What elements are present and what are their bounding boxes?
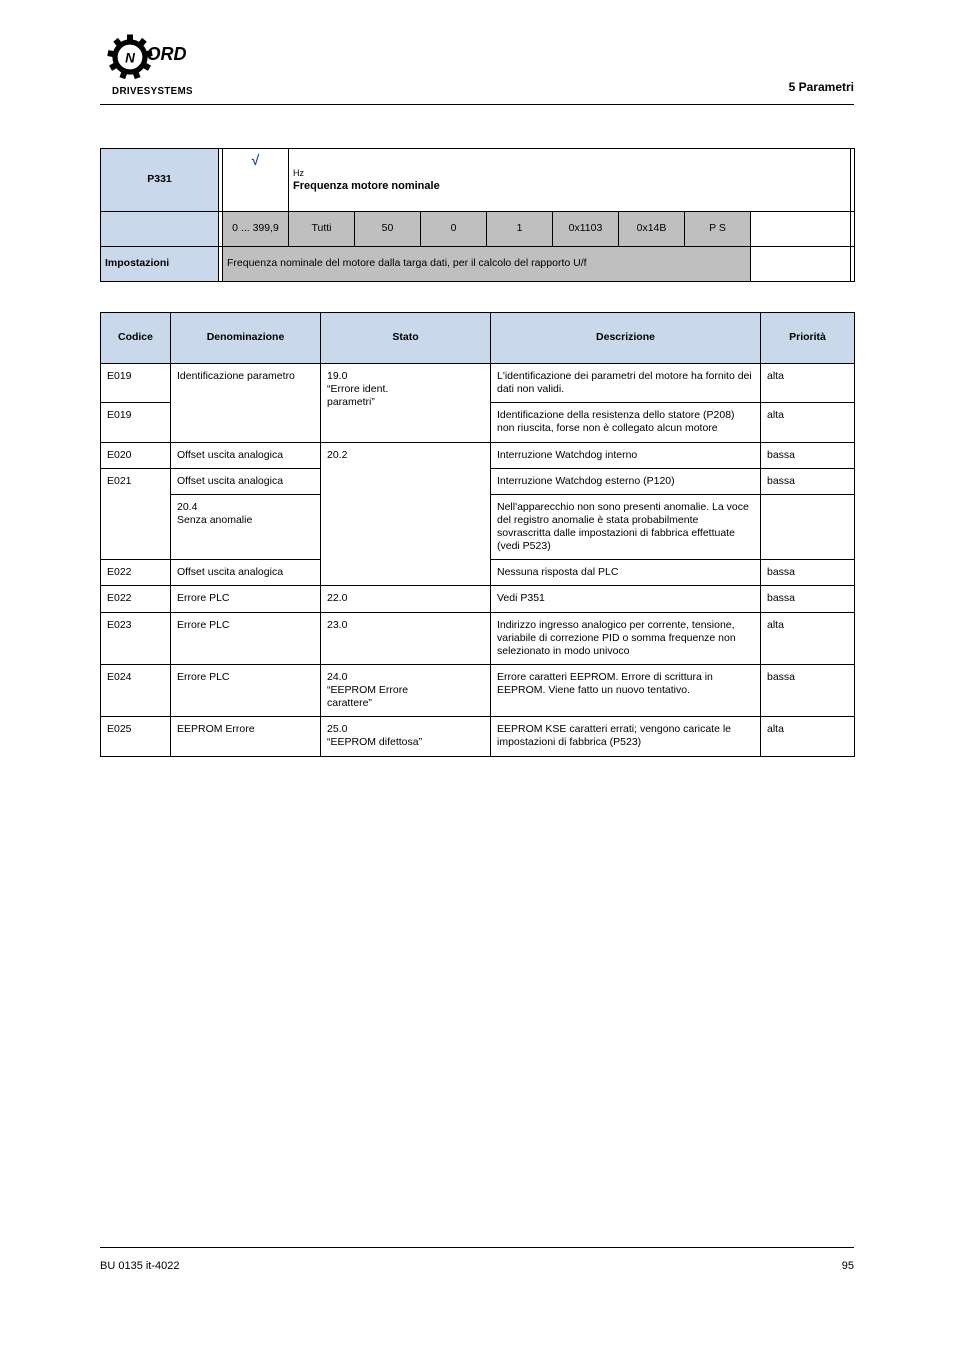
name-cell: 20.4 Senza anomalie [171, 494, 321, 560]
prio-cell: alta [761, 364, 855, 403]
code-cell: E022 [101, 560, 171, 586]
desc-cell: EEPROM KSE caratteri errati; vengono car… [491, 717, 761, 756]
svg-text:DRIVESYSTEMS: DRIVESYSTEMS [112, 86, 193, 97]
prio-cell: bassa [761, 664, 855, 716]
t1-cell: 50 [355, 212, 421, 247]
param-title: Frequenza motore nominale [293, 180, 440, 192]
table-row: E020 Offset uscita analogica 20.2 Interr… [101, 442, 855, 468]
prio-cell: bassa [761, 442, 855, 468]
code-cell: E021 [101, 468, 171, 560]
desc-cell: Vedi P351 [491, 586, 761, 612]
prio-cell: alta [761, 612, 855, 664]
code-cell: E019 [101, 403, 171, 442]
name-cell: Errore PLC [171, 612, 321, 664]
name-cell: Offset uscita analogica [171, 442, 321, 468]
t2-h2: Stato [321, 313, 491, 364]
code-cell: E022 [101, 586, 171, 612]
table-row: E023 Errore PLC 23.0 Indirizzo ingresso … [101, 612, 855, 664]
prio-cell: alta [761, 717, 855, 756]
t1-cell: 0 ... 399,9 [223, 212, 289, 247]
name-cell: Errore PLC [171, 664, 321, 716]
name-cell: Offset uscita analogica [171, 560, 321, 586]
desc-cell: Errore caratteri EEPROM. Errore di scrit… [491, 664, 761, 716]
svg-text:ORD: ORD [147, 44, 187, 64]
code-cell: E023 [101, 612, 171, 664]
prio-cell: bassa [761, 468, 855, 494]
code-cell: E025 [101, 717, 171, 756]
name-cell: EEPROM Errore [171, 717, 321, 756]
t2-h0: Codice [101, 313, 171, 364]
table-row: E022 Errore PLC 22.0 Vedi P351 bassa [101, 586, 855, 612]
state-cell: 20.2 [321, 442, 491, 586]
state-cell: 19.0 “Errore ident. parametri” [321, 364, 491, 443]
brand-logo: N ORD DRIVESYSTEMS [100, 30, 205, 98]
desc-cell: Interruzione Watchdog esterno (P120) [491, 468, 761, 494]
name-cell: Errore PLC [171, 586, 321, 612]
t1-row2-label: Impostazioni [101, 247, 219, 282]
spacer-cell [851, 212, 855, 247]
footer-rule [100, 1247, 854, 1248]
spacer-cell [851, 149, 855, 212]
state-cell: 25.0 “EEPROM difettosa” [321, 717, 491, 756]
name-cell: Identificazione parametro [171, 364, 321, 443]
parameter-table: P331 √ Hz Frequenza motore nominale 0 ..… [100, 148, 855, 282]
desc-cell: Indirizzo ingresso analogico per corrent… [491, 612, 761, 664]
t2-h3: Descrizione [491, 313, 761, 364]
desc-cell: Nell'apparecchio non sono presenti anoma… [491, 494, 761, 560]
prio-cell: bassa [761, 586, 855, 612]
empty-hdr [101, 212, 219, 247]
footer-left: BU 0135 it-4022 [100, 1260, 180, 1272]
desc-cell: Identificazione della resistenza dello s… [491, 403, 761, 442]
t1-cell: 1 [487, 212, 553, 247]
t1-cell: 0x1103 [553, 212, 619, 247]
unit-super: Hz [293, 168, 304, 178]
footer-right: 95 [842, 1260, 854, 1272]
error-codes-table: Codice Denominazione Stato Descrizione P… [100, 312, 855, 757]
desc-cell: L'identificazione dei parametri del moto… [491, 364, 761, 403]
table-row: E024 Errore PLC 24.0 “EEPROM Errore cara… [101, 664, 855, 716]
prio-cell: bassa [761, 560, 855, 586]
param-code-cell: P331 [101, 149, 219, 212]
prio-cell [761, 494, 855, 560]
t1-row2-value: Frequenza nominale del motore dalla targ… [223, 247, 751, 282]
prio-cell: alta [761, 403, 855, 442]
t2-h4: Priorità [761, 313, 855, 364]
t1-cell: Tutti [289, 212, 355, 247]
name-cell: Offset uscita analogica [171, 468, 321, 494]
spacer-cell [851, 247, 855, 282]
state-cell: 23.0 [321, 612, 491, 664]
code-cell: E019 [101, 364, 171, 403]
state-cell: 22.0 [321, 586, 491, 612]
desc-cell: Interruzione Watchdog interno [491, 442, 761, 468]
code-cell: E020 [101, 442, 171, 468]
t1-cell: 0x14B [619, 212, 685, 247]
state-cell: 24.0 “EEPROM Errore carattere” [321, 664, 491, 716]
param-title-cell: Hz Frequenza motore nominale [289, 149, 851, 212]
empty-cell [751, 247, 851, 282]
empty-cell [751, 212, 851, 247]
check-icon: √ [252, 152, 260, 168]
t2-h1: Denominazione [171, 313, 321, 364]
t1-cell: P S [685, 212, 751, 247]
t1-cell: 0 [421, 212, 487, 247]
table-row: E025 EEPROM Errore 25.0 “EEPROM difettos… [101, 717, 855, 756]
desc-cell: Nessuna risposta dal PLC [491, 560, 761, 586]
check-cell: √ [223, 149, 289, 212]
table-row: E019 Identificazione parametro 19.0 “Err… [101, 364, 855, 403]
header-rule [100, 104, 854, 105]
page-section-title: 5 Parametri [789, 80, 854, 94]
code-cell: E024 [101, 664, 171, 716]
svg-text:N: N [125, 50, 135, 65]
page-footer: BU 0135 it-4022 95 [100, 1260, 854, 1272]
